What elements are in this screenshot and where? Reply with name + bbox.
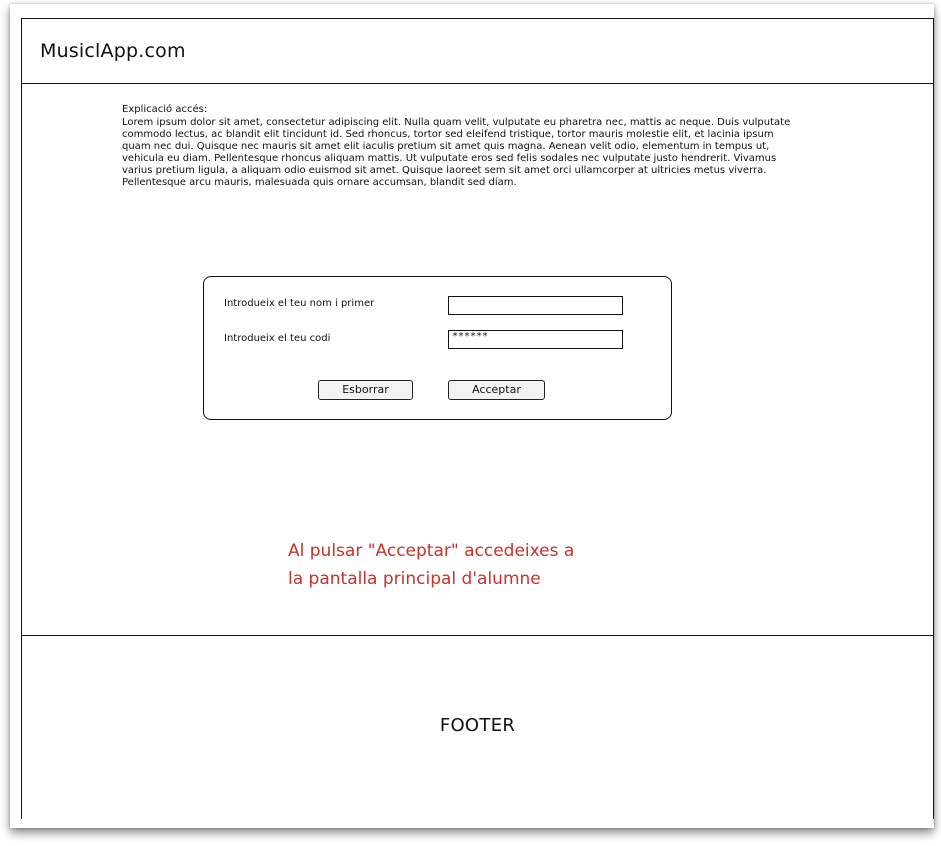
site-title[interactable]: MusiclApp.com xyxy=(40,40,186,62)
name-input[interactable] xyxy=(448,296,623,315)
accept-note: Al pulsar "Acceptar" accedeixes a la pan… xyxy=(288,537,648,593)
site-footer: FOOTER xyxy=(21,635,934,819)
name-label: Introdueix el teu nom i primer xyxy=(224,298,375,309)
page: MusiclApp.com Explicació accés: Lorem ip… xyxy=(0,0,941,846)
clear-button[interactable]: Esborrar xyxy=(318,380,413,400)
footer-label: FOOTER xyxy=(439,715,516,736)
access-explanation-heading: Explicació accés: xyxy=(122,104,208,115)
access-explanation-text: Lorem ipsum dolor sit amet, consectetur … xyxy=(122,117,791,188)
code-password-input[interactable]: ****** xyxy=(448,330,623,349)
accept-button[interactable]: Acceptar xyxy=(448,380,545,400)
accept-note-line-2: la pantalla principal d'alumne xyxy=(288,569,541,589)
site-header: MusiclApp.com xyxy=(21,18,934,84)
access-explanation: Explicació accés: Lorem ipsum dolor sit … xyxy=(122,104,792,189)
login-form: Introdueix el teu nom i primer Introduei… xyxy=(203,276,672,420)
accept-note-line-1: Al pulsar "Acceptar" accedeixes a xyxy=(288,541,575,561)
code-label: Introdueix el teu codi xyxy=(224,333,331,344)
